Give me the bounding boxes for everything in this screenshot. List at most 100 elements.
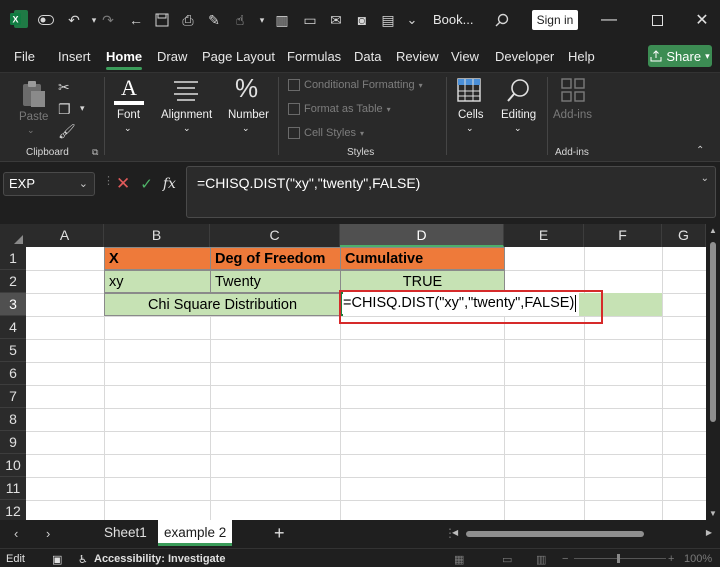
row-header-9[interactable]: 9 [0,431,26,454]
insert-function-icon[interactable]: fx [163,176,176,192]
clipboard-launcher-icon[interactable]: ⧉ [92,147,98,158]
row-header-11[interactable]: 11 [0,477,26,500]
tab-draw[interactable]: Draw [157,49,187,64]
cancel-icon[interactable]: ✕ [116,174,130,194]
horizontal-scroll-thumb[interactable] [466,531,644,537]
scroll-down-icon[interactable]: ▼ [709,509,717,518]
cell-d3-edit-text[interactable]: =CHISQ.DIST("xy","twenty",FALSE) [343,292,580,316]
cell-styles-button[interactable]: Cell Styles ▾ [288,127,364,139]
copy-dropdown-icon[interactable]: ▾ [80,103,85,114]
sheet-icon[interactable]: ▤ [378,10,398,30]
customize-toolbar-icon[interactable]: ⌄ [402,10,422,30]
page-icon[interactable]: ▭ [300,10,320,30]
zoom-slider[interactable] [574,558,666,559]
conditional-formatting-button[interactable]: Conditional Formatting ▾ [288,79,423,91]
copy-icon[interactable]: ❐ [58,101,71,118]
macro-record-icon[interactable]: ▣ [52,553,62,566]
cell-d1[interactable]: Cumulative [340,247,505,270]
row-header-3[interactable]: 3 [0,293,26,316]
sign-in-button[interactable]: Sign in [532,10,578,30]
cell-b2[interactable]: xy [104,270,211,293]
tab-page-layout[interactable]: Page Layout [202,49,275,64]
formula-input[interactable]: =CHISQ.DIST("xy","twenty",FALSE) ⌄ [186,166,716,218]
row-header-5[interactable]: 5 [0,339,26,362]
camera-icon[interactable]: ◙ [352,10,372,30]
tab-developer[interactable]: Developer [495,49,554,64]
accessibility-icon[interactable]: ♿ [78,553,88,566]
alignment-icon[interactable] [172,79,200,103]
cell-b3-merged[interactable]: Chi Square Distribution [104,293,341,316]
close-icon[interactable]: ✕ [690,8,714,32]
add-sheet-icon[interactable]: + [274,523,285,544]
name-box[interactable]: EXP ⌄ [3,172,95,196]
editing-search-icon[interactable] [505,77,533,105]
addins-icon[interactable] [560,77,586,103]
row-header-6[interactable]: 6 [0,362,26,385]
next-sheet-icon[interactable]: › [46,526,50,541]
select-all-button[interactable] [0,224,26,247]
column-header-b[interactable]: B [104,224,210,247]
minimize-icon[interactable]: — [597,8,621,32]
maximize-icon[interactable] [645,8,669,32]
font-icon[interactable]: A [114,75,144,107]
cells-icon[interactable] [456,77,482,103]
row-header-2[interactable]: 2 [0,270,26,293]
spreadsheet-grid[interactable]: A B C D E F G 1 2 3 4 5 6 7 8 9 10 11 12… [0,224,706,520]
column-header-f[interactable]: F [584,224,662,247]
tab-home[interactable]: Home [106,49,143,70]
chart-icon[interactable]: ▥ [272,10,292,30]
row-header-7[interactable]: 7 [0,385,26,408]
zoom-out-icon[interactable]: − [562,553,568,565]
undo-icon[interactable]: ↶ [64,10,84,30]
column-header-g[interactable]: G [662,224,706,247]
share-button[interactable]: Share ▾ [648,45,712,67]
print-icon[interactable]: ⎙ [178,10,198,30]
prev-sheet-icon[interactable]: ‹ [14,526,18,541]
touch-mode-icon[interactable]: ☝ [230,10,250,30]
page-layout-view-icon[interactable]: ▭ [502,553,512,566]
search-icon[interactable] [492,10,512,30]
paste-icon[interactable] [18,79,48,109]
horizontal-scrollbar[interactable]: ◀ ▶ [452,528,712,539]
column-header-d[interactable]: D [340,224,504,247]
format-painter-icon[interactable]: 🖌 [58,123,76,140]
vertical-scrollbar[interactable]: ▲ ▼ [706,224,720,520]
tab-view[interactable]: View [451,49,479,64]
format-as-table-button[interactable]: Format as Table ▾ [288,103,391,115]
mail-icon[interactable]: ✉ [326,10,346,30]
tab-review[interactable]: Review [396,49,439,64]
number-format-icon[interactable]: % [235,73,258,104]
row-header-12[interactable]: 12 [0,500,26,520]
column-header-c[interactable]: C [210,224,340,247]
cells-dropdown-icon[interactable]: ⌄ [466,123,474,134]
cell-d2[interactable]: TRUE [340,270,505,293]
page-break-view-icon[interactable]: ▥ [536,553,546,566]
paste-dropdown-icon[interactable]: ⌄ [27,125,35,136]
accessibility-status[interactable]: Accessibility: Investigate [94,553,225,565]
row-header-8[interactable]: 8 [0,408,26,431]
tab-insert[interactable]: Insert [58,49,91,64]
scroll-left-icon[interactable]: ◀ [452,528,458,537]
autosave-toggle-icon[interactable] [36,10,56,30]
touch-dropdown-icon[interactable]: ▾ [252,10,272,30]
sheet-tab-example-2[interactable]: example 2 [158,520,233,546]
row-header-10[interactable]: 10 [0,454,26,477]
cut-icon[interactable]: ✂ [58,79,70,96]
sheet-tab-sheet1[interactable]: Sheet1 [98,520,153,546]
vertical-scroll-thumb[interactable] [710,242,716,422]
zoom-in-icon[interactable]: + [668,553,674,565]
pen-icon[interactable]: ✎ [204,10,224,30]
tab-data[interactable]: Data [354,49,381,64]
tab-help[interactable]: Help [568,49,595,64]
alignment-dropdown-icon[interactable]: ⌄ [183,123,191,134]
expand-formula-bar-icon[interactable]: ⌄ [701,173,709,184]
tab-file[interactable]: File [14,49,35,64]
zoom-level[interactable]: 100% [684,553,712,565]
row-header-1[interactable]: 1 [0,247,26,270]
cell-c2[interactable]: Twenty [210,270,341,293]
scroll-right-icon[interactable]: ▶ [706,528,712,537]
collapse-ribbon-icon[interactable]: ⌃ [696,145,704,156]
save-icon[interactable] [152,10,172,30]
zoom-slider-thumb[interactable] [617,554,620,563]
number-dropdown-icon[interactable]: ⌄ [242,123,250,134]
